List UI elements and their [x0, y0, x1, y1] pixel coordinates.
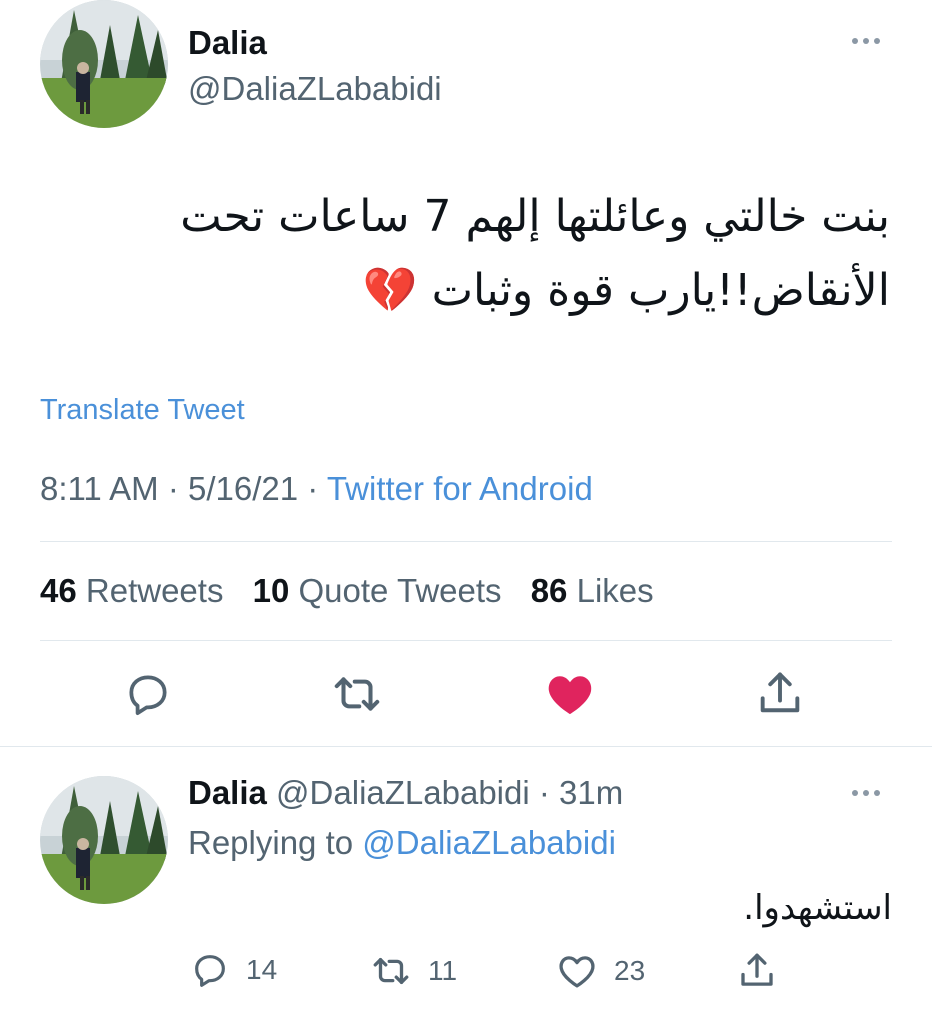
likes-count: 86: [530, 572, 568, 609]
tweet-source-link[interactable]: Twitter for Android: [327, 470, 593, 507]
retweets-label: Retweets: [85, 572, 224, 609]
reply-author-avatar[interactable]: [40, 776, 168, 904]
retweet-icon: [334, 677, 380, 711]
reply-author-handle[interactable]: @DaliaZLababidi: [276, 774, 530, 811]
share-icon: [760, 672, 800, 713]
likes-stat[interactable]: 86 Likes: [531, 572, 654, 609]
heart-icon: [559, 956, 595, 988]
reply-icon: [129, 675, 167, 716]
tweet-time: 8:11 AM: [40, 470, 159, 507]
reply-more-icon[interactable]: [852, 790, 880, 796]
replying-to-prefix: Replying to: [188, 824, 354, 861]
engagement-stats: 46 Retweets 10 Quote Tweets 86 Likes: [40, 572, 674, 610]
replying-to: Replying to @DaliaZLababidi: [188, 824, 616, 862]
more-icon[interactable]: [852, 38, 880, 44]
share-button[interactable]: [750, 664, 810, 724]
tweet-date: 5/16/21: [187, 470, 299, 507]
like-count: 23: [614, 955, 646, 986]
reply-time-ago: · 31m: [538, 774, 624, 811]
like-button[interactable]: [540, 664, 600, 724]
tweet-text-line-2: الأنقاض!!يارب قوة وثبات 💔: [362, 265, 890, 316]
author-handle[interactable]: @DaliaZLababidi: [188, 70, 442, 108]
reply-author-name[interactable]: Dalia: [188, 774, 267, 811]
retweet-button[interactable]: [327, 664, 387, 724]
meta-separator: ·: [307, 470, 319, 507]
reply-retweet-button[interactable]: 11: [370, 950, 457, 992]
divider: [0, 746, 932, 747]
reply-button[interactable]: [118, 664, 178, 724]
divider: [40, 541, 892, 542]
reply-icon: [195, 955, 225, 987]
reply-header: Dalia @DaliaZLababidi · 31m: [188, 774, 623, 812]
reply-like-button[interactable]: 23: [556, 950, 645, 992]
author-name[interactable]: Dalia: [188, 24, 267, 62]
reply-text: استشهدوا.: [743, 888, 892, 928]
retweet-icon: [373, 957, 409, 985]
replying-to-handle-link[interactable]: @DaliaZLababidi: [362, 824, 616, 861]
translate-tweet-link[interactable]: Translate Tweet: [40, 394, 245, 427]
reply-reply-button[interactable]: 14: [190, 950, 277, 990]
author-avatar[interactable]: [40, 0, 168, 128]
likes-label: Likes: [576, 572, 654, 609]
heart-icon: [548, 676, 592, 715]
reply-share-button[interactable]: [736, 950, 778, 992]
share-icon: [741, 953, 773, 986]
tweet-text-line-1: بنت خالتي وعائلتها إلهم 7 ساعات تحت: [180, 191, 890, 242]
quote-tweets-stat[interactable]: 10 Quote Tweets: [253, 572, 502, 609]
tweet-meta: 8:11 AM · 5/16/21 · Twitter for Android: [40, 470, 593, 508]
retweet-count: 11: [428, 955, 458, 986]
tweet-text: بنت خالتي وعائلتها إلهم 7 ساعات تحت الأن…: [60, 180, 890, 328]
quotes-count: 10: [252, 572, 290, 609]
retweets-stat[interactable]: 46 Retweets: [40, 572, 223, 609]
retweets-count: 46: [40, 572, 77, 609]
reply-count: 14: [246, 954, 278, 985]
divider: [40, 640, 892, 641]
quotes-label: Quote Tweets: [298, 572, 502, 609]
meta-separator: ·: [167, 470, 179, 507]
